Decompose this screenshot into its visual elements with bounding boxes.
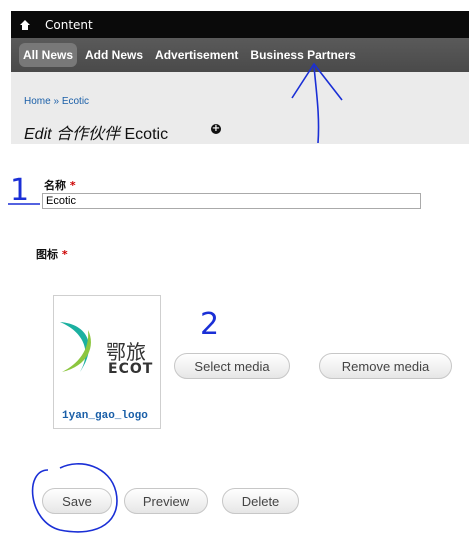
media-thumbnail[interactable]: 鄂旅 ECOT 1yan_gao_logo bbox=[53, 295, 161, 429]
annotation-mark-1: 1 bbox=[10, 173, 29, 208]
tab-all-news[interactable]: All News bbox=[19, 43, 78, 67]
name-label-text: 名称 bbox=[44, 179, 66, 192]
title-edit: Edit bbox=[24, 126, 52, 143]
page-title: Edit 合作伙伴 Ecotic bbox=[24, 120, 168, 144]
breadcrumb-separator: » bbox=[50, 96, 62, 107]
name-field-label: 名称 * bbox=[44, 177, 76, 193]
page-header: Home » Ecotic Edit 合作伙伴 Ecotic + bbox=[11, 72, 469, 144]
icon-label-text: 图标 bbox=[36, 248, 58, 261]
required-mark: * bbox=[61, 248, 68, 261]
select-media-button[interactable]: Select media bbox=[174, 353, 290, 379]
annotation-mark-2: 2 bbox=[200, 307, 219, 342]
tab-business-partners[interactable]: Business Partners bbox=[246, 43, 359, 67]
remove-media-button[interactable]: Remove media bbox=[319, 353, 452, 379]
breadcrumb: Home » Ecotic bbox=[24, 96, 89, 107]
title-type: 合作伙伴 bbox=[56, 126, 121, 143]
save-button[interactable]: Save bbox=[42, 488, 112, 514]
required-mark: * bbox=[69, 179, 76, 192]
icon-field-label: 图标 * bbox=[36, 246, 68, 262]
tab-advertisement[interactable]: Advertisement bbox=[151, 43, 242, 67]
logo-leaf-icon bbox=[60, 322, 91, 372]
breadcrumb-current[interactable]: Ecotic bbox=[62, 96, 89, 107]
admin-toolbar: Content bbox=[11, 11, 469, 38]
toolbar-content-link[interactable]: Content bbox=[45, 18, 93, 32]
media-filename-link[interactable]: 1yan_gao_logo bbox=[62, 410, 148, 422]
breadcrumb-home[interactable]: Home bbox=[24, 96, 51, 107]
home-icon[interactable] bbox=[11, 19, 39, 31]
tab-add-news[interactable]: Add News bbox=[81, 43, 147, 67]
title-name: Ecotic bbox=[124, 126, 169, 143]
logo-text-en: ECOT bbox=[108, 361, 154, 377]
add-shortcut-icon[interactable]: + bbox=[211, 124, 221, 134]
preview-button[interactable]: Preview bbox=[124, 488, 208, 514]
secondary-tabs: All News Add News Advertisement Business… bbox=[11, 38, 469, 72]
delete-button[interactable]: Delete bbox=[222, 488, 299, 514]
name-field[interactable] bbox=[42, 193, 421, 209]
